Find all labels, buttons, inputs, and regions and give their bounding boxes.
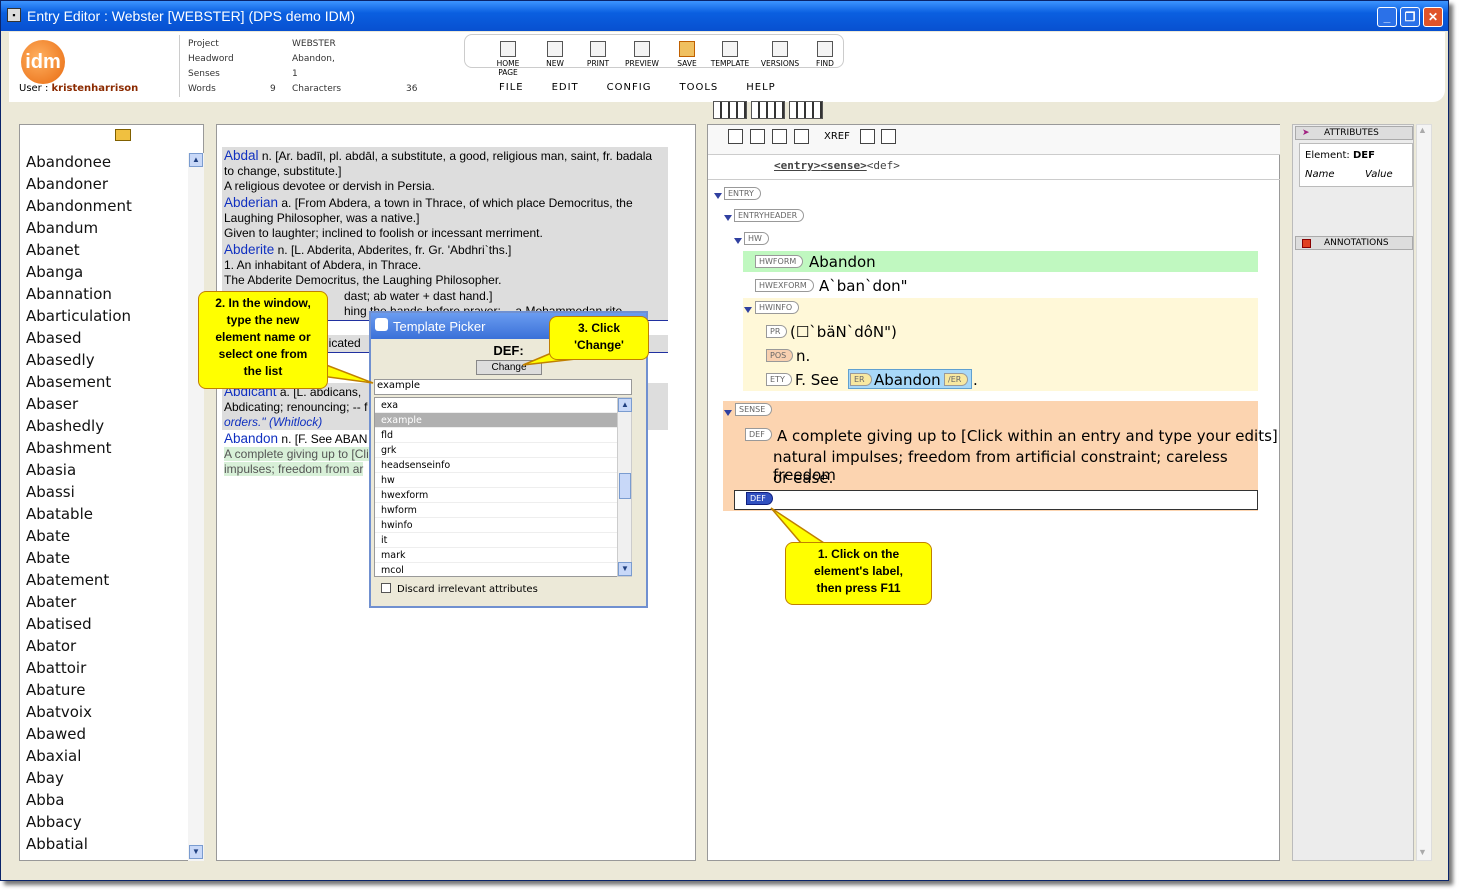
callout-step-2: 2. In the window, type the new element nam…	[198, 291, 328, 389]
callout-2-line-3: element name or	[215, 330, 311, 344]
callout-2-line-1: 2. In the window,	[215, 296, 311, 310]
callout-2-line-2: type the new	[226, 313, 300, 327]
callout-2-pointer	[320, 361, 374, 384]
callout-1-pointer	[770, 507, 827, 544]
callout-pointers	[320, 348, 827, 544]
callout-3-line-2: 'Change'	[574, 338, 624, 352]
callout-2-line-5: the list	[243, 364, 283, 378]
callout-2-line-4: select one from	[218, 347, 308, 361]
callout-3-line-1: 3. Click	[577, 321, 621, 335]
callout-step-1: 1. Click on the element's label, then pres…	[785, 542, 932, 605]
callout-1-line-2: element's label,	[814, 564, 903, 578]
callout-1-line-3: then press F11	[816, 581, 901, 595]
entry-editor-window: ▪ Entry Editor : Webster [WEBSTER] (DPS …	[0, 0, 1449, 881]
callout-step-3: 3. Click 'Change'	[549, 316, 649, 360]
callout-1-line-1: 1. Click on the	[817, 547, 900, 561]
